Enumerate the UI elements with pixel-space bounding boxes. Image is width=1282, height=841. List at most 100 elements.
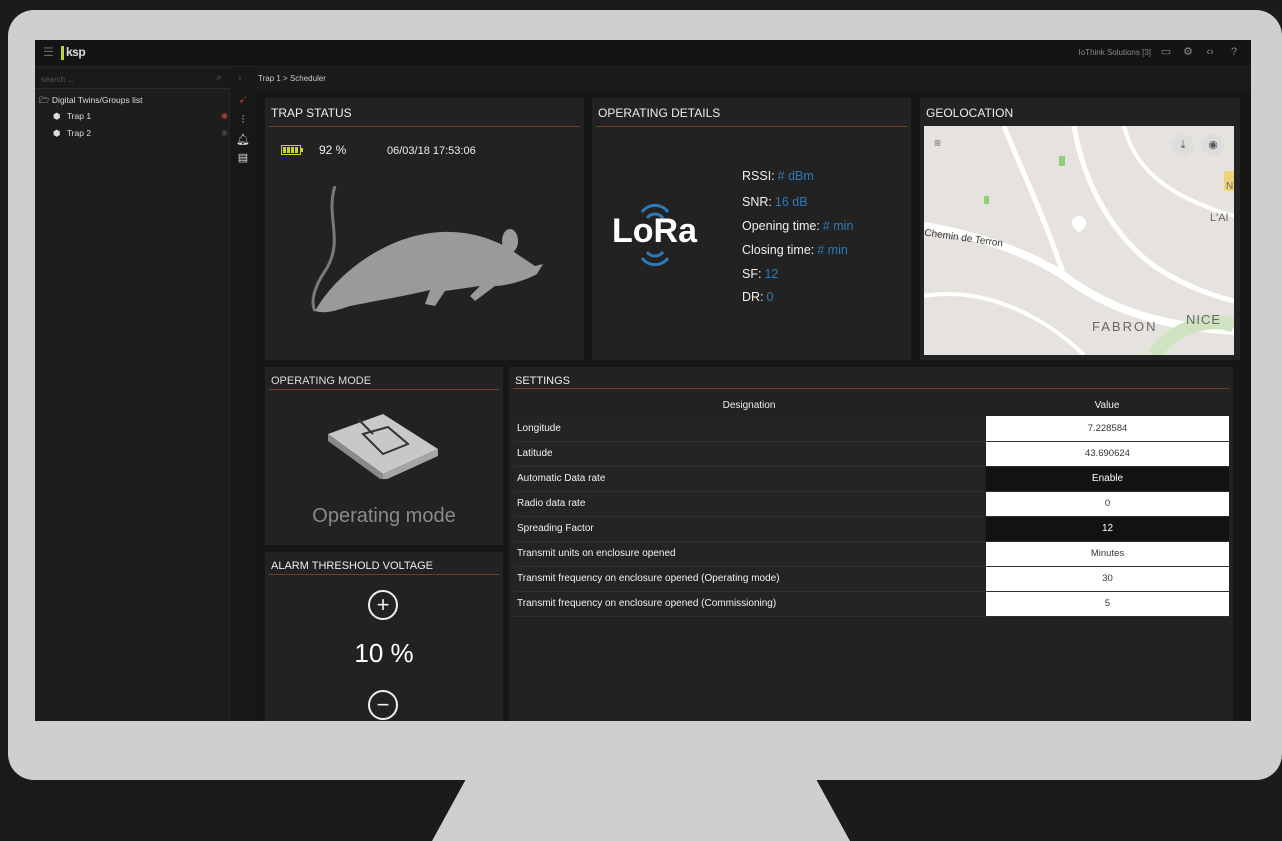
row-designation: Latitude bbox=[513, 441, 985, 467]
row-value[interactable]: 43.690624 bbox=[984, 441, 1229, 467]
snr-row: SNR: 16 dB bbox=[742, 195, 808, 209]
divider bbox=[513, 388, 1229, 389]
map-label-area: FABRON bbox=[1092, 319, 1158, 334]
settings-table: Designation Value Longitude 7.228584 Lati… bbox=[513, 394, 1229, 617]
table-row[interactable]: Transmit frequency on enclosure opened (… bbox=[513, 591, 1229, 617]
closing-time-row: Closing time: # min bbox=[742, 243, 848, 257]
app-logo: ksp bbox=[61, 45, 86, 60]
rat-icon bbox=[311, 186, 543, 313]
decrease-button[interactable]: − bbox=[368, 690, 398, 720]
row-value[interactable]: Enable bbox=[984, 466, 1229, 492]
app-screen: ☰ ksp IoThink Solutions [3] ▭ ⚙ ‹› ? ⌕ 🗁… bbox=[35, 40, 1251, 721]
breadcrumb-bar: › Trap 1 > Scheduler bbox=[238, 67, 1251, 91]
lora-wordmark: LoRa bbox=[612, 212, 697, 250]
chevron-right-icon[interactable]: › bbox=[238, 73, 241, 84]
map-label-edge: N bbox=[1226, 181, 1234, 192]
table-row[interactable]: Longitude 7.228584 bbox=[513, 416, 1229, 442]
row-designation: Longitude bbox=[513, 416, 985, 442]
pin-icon[interactable]: ➹ bbox=[236, 93, 250, 107]
menu-icon[interactable]: ☰ bbox=[43, 46, 55, 58]
operating-mode-caption: Operating mode bbox=[312, 505, 456, 527]
row-designation: Radio data rate bbox=[513, 491, 985, 517]
document-icon[interactable]: ▤ bbox=[236, 151, 250, 165]
opening-time-row: Opening time: # min bbox=[742, 219, 854, 233]
download-icon[interactable]: ⤓ bbox=[1172, 134, 1194, 156]
row-value[interactable]: 12 bbox=[984, 516, 1229, 542]
search-input[interactable] bbox=[41, 72, 201, 86]
table-row[interactable]: Transmit units on enclosure opened Minute… bbox=[513, 541, 1229, 567]
sliders-icon[interactable]: ⫶ bbox=[236, 113, 250, 127]
table-row[interactable]: Spreading Factor 12 bbox=[513, 516, 1229, 542]
row-value[interactable]: 7.228584 bbox=[984, 416, 1229, 442]
top-bar: ☰ ksp IoThink Solutions [3] ▭ ⚙ ‹› ? bbox=[35, 40, 1251, 67]
settings-panel: SETTINGS Designation Value Longitude 7.22… bbox=[509, 367, 1233, 721]
tree-root-label: Digital Twins/Groups list bbox=[51, 95, 143, 105]
row-value[interactable]: 30 bbox=[984, 566, 1229, 592]
monitor-icon[interactable]: ▭ bbox=[1159, 45, 1173, 59]
sf-row: SF: 12 bbox=[742, 267, 779, 281]
tool-strip: ➹ ⫶ 🔔︎ ▤ bbox=[230, 67, 256, 721]
device-icon: ⬢ bbox=[53, 111, 61, 121]
geolocation-panel: GEOLOCATION ≡ ⤓ ◉ Chemin de Terron FABRO… bbox=[920, 98, 1240, 360]
panel-title: TRAP STATUS bbox=[271, 106, 352, 120]
bell-icon[interactable]: 🔔︎ bbox=[236, 133, 250, 147]
operating-details-panel: OPERATING DETAILS LoRa RSSI: # dBm SNR: 16… bbox=[592, 98, 911, 360]
sidebar-item-label: Trap 1 bbox=[66, 111, 92, 121]
table-row[interactable]: Latitude 43.690624 bbox=[513, 441, 1229, 467]
row-designation: Automatic Data rate bbox=[513, 466, 985, 492]
row-designation: Transmit units on enclosure opened bbox=[513, 541, 985, 567]
row-designation: Transmit frequency on enclosure opened (… bbox=[513, 566, 985, 592]
breadcrumb[interactable]: Trap 1 > Scheduler bbox=[258, 74, 326, 83]
search-icon[interactable]: ⌕ bbox=[216, 72, 222, 83]
visibility-eye-icon[interactable]: ◉ bbox=[221, 128, 228, 137]
panel-title: ALARM THRESHOLD VOLTAGE bbox=[271, 560, 433, 572]
map-label-edge: L'AI bbox=[1210, 212, 1229, 224]
map-menu-icon[interactable]: ≡ bbox=[934, 136, 941, 150]
divider bbox=[269, 389, 499, 390]
sidebar-item-trap-2[interactable]: ⬢ Trap 2 ◉ bbox=[53, 128, 228, 139]
divider bbox=[596, 126, 907, 127]
row-value[interactable]: 0 bbox=[984, 491, 1229, 517]
battery-level: 92 % bbox=[319, 143, 347, 157]
panel-title: SETTINGS bbox=[515, 375, 571, 387]
monitor-stand bbox=[432, 780, 850, 841]
table-row[interactable]: Transmit frequency on enclosure opened (… bbox=[513, 566, 1229, 592]
battery-icon bbox=[281, 145, 303, 155]
folder-icon: 🗁 bbox=[39, 95, 50, 105]
alarm-threshold-panel: ALARM THRESHOLD VOLTAGE + 10 % − bbox=[265, 552, 503, 721]
mousetrap-icon bbox=[328, 414, 438, 479]
sidebar: ⌕ 🗁 Digital Twins/Groups list ⬢ Trap 1 ◉… bbox=[35, 67, 230, 721]
increase-button[interactable]: + bbox=[368, 590, 398, 620]
code-icon[interactable]: ‹› bbox=[1203, 45, 1217, 59]
row-value[interactable]: Minutes bbox=[984, 541, 1229, 567]
dr-row: DR: 0 bbox=[742, 290, 774, 304]
divider bbox=[269, 126, 580, 127]
tenant-label[interactable]: IoThink Solutions [3] bbox=[1079, 48, 1151, 57]
visibility-eye-icon[interactable]: ◉ bbox=[221, 111, 228, 120]
device-icon: ⬢ bbox=[53, 128, 61, 138]
trap-status-panel: TRAP STATUS 92 % 06/03/18 17:53:06 bbox=[265, 98, 584, 360]
panel-title: OPERATING MODE bbox=[271, 375, 372, 387]
column-header-value: Value bbox=[1094, 399, 1120, 411]
help-icon[interactable]: ? bbox=[1227, 45, 1241, 59]
divider bbox=[269, 574, 499, 575]
threshold-value: 10 % bbox=[354, 638, 414, 668]
status-timestamp: 06/03/18 17:53:06 bbox=[387, 145, 476, 157]
map[interactable]: ≡ ⤓ ◉ Chemin de Terron FABRON NICE L'AI … bbox=[924, 126, 1234, 355]
eye-icon[interactable]: ◉ bbox=[1202, 134, 1224, 156]
row-designation: Transmit frequency on enclosure opened (… bbox=[513, 591, 985, 617]
sidebar-item-label: Trap 2 bbox=[66, 128, 92, 138]
panel-title: GEOLOCATION bbox=[926, 106, 1014, 120]
row-value[interactable]: 5 bbox=[984, 591, 1229, 617]
sidebar-item-trap-1[interactable]: ⬢ Trap 1 ◉ bbox=[53, 111, 228, 122]
settings-icon[interactable]: ⚙ bbox=[1181, 45, 1195, 59]
table-row[interactable]: Automatic Data rate Enable bbox=[513, 466, 1229, 492]
panel-title: OPERATING DETAILS bbox=[598, 106, 721, 120]
tree-root[interactable]: 🗁 Digital Twins/Groups list bbox=[39, 95, 142, 109]
table-row[interactable]: Radio data rate 0 bbox=[513, 491, 1229, 517]
rssi-row: RSSI: # dBm bbox=[742, 169, 814, 183]
search-bar: ⌕ bbox=[35, 69, 230, 89]
operating-mode-panel: OPERATING MODE Operating mode bbox=[265, 367, 503, 545]
row-designation: Spreading Factor bbox=[513, 516, 985, 542]
column-header-designation: Designation bbox=[722, 399, 776, 411]
